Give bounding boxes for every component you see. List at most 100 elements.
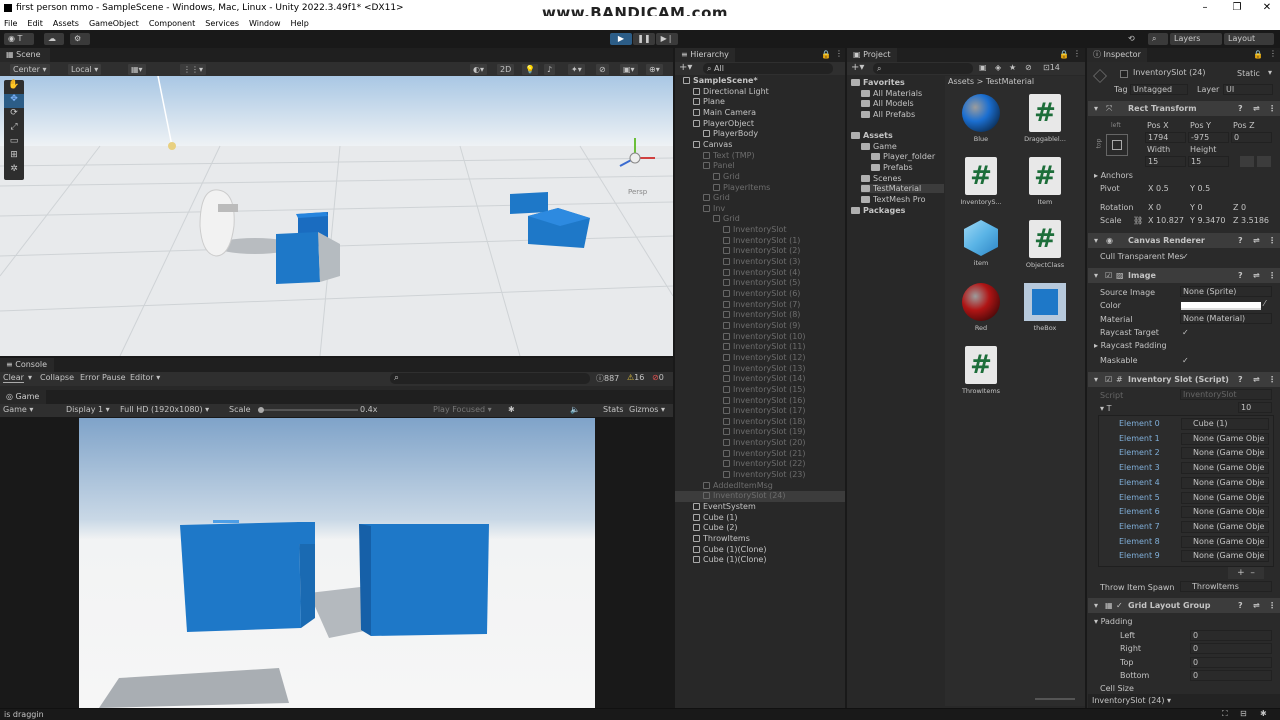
material-field[interactable]: None (Material) [1180,313,1272,324]
t-foldout[interactable]: ▾ T [1100,404,1111,413]
rect-tool-icon[interactable]: ▭ [4,136,24,150]
scale-link-icon[interactable]: ⛓ [1133,216,1143,225]
gameobject-field[interactable]: None (Game Obje [1181,506,1269,519]
gameobject-field[interactable]: None (Game Obje [1181,432,1269,445]
fx-icon[interactable]: ✦▾ [568,64,585,75]
move-tool-icon[interactable]: ✥ [4,94,24,108]
console-search-input[interactable]: ⌕ [390,373,590,384]
t-size-field[interactable]: 10 [1238,402,1272,413]
asset-item[interactable]: # Item [1021,157,1069,206]
posx-field[interactable]: 1794 [1145,132,1186,143]
draw-mode-icon[interactable]: ◐▾ [470,64,487,75]
hierarchy-item[interactable]: InventorySlot (22) [675,459,845,470]
preset-icon[interactable]: ⇌ [1253,268,1260,283]
history-icon[interactable]: ⟲ [1124,33,1140,45]
hierarchy-item[interactable]: Directional Light [675,87,845,98]
search-icon[interactable]: ⌕ [1148,33,1168,45]
hierarchy-item[interactable]: InventorySlot (21) [675,449,845,460]
project-folder-item[interactable]: Game [861,142,944,151]
asset-item[interactable]: Red [957,283,1005,332]
project-folder-item[interactable]: Player_folder [871,152,944,161]
rotation-z-field[interactable]: Z 0 [1233,203,1246,212]
eyedropper-icon[interactable]: ⁄ [1264,299,1265,308]
more-icon[interactable]: ⋮ [1269,49,1277,58]
menu-window[interactable]: Window [249,19,281,28]
raw-edit-mode-icon[interactable] [1257,156,1271,167]
padding-right-field[interactable]: 0 [1190,643,1272,654]
hierarchy-item[interactable]: InventorySlot (20) [675,438,845,449]
grid-layout-group-header[interactable]: ▾ ▦ ✓ Grid Layout Group ? ⇌ ⋮ [1088,598,1280,613]
minimize-button[interactable]: – [1190,0,1220,16]
anchor-preset-button[interactable] [1106,134,1128,156]
static-dropdown-icon[interactable]: ▾ [1268,68,1272,77]
hierarchy-item[interactable]: InventorySlot (4) [675,268,845,279]
hierarchy-item[interactable]: InventorySlot (12) [675,353,845,364]
cache-icon[interactable]: ⊟ [1240,709,1247,718]
bug-icon[interactable]: ✱ [508,405,515,414]
cloud-icon[interactable]: ☁ [44,33,64,45]
menu-component[interactable]: Component [149,19,195,28]
hierarchy-item[interactable]: InventorySlot (7) [675,300,845,311]
enabled-checkbox[interactable]: ☑ [1105,372,1112,387]
scale-tool-icon[interactable]: ⤢ [4,122,24,136]
maskable-checkbox[interactable]: ✓ [1182,356,1189,365]
source-image-field[interactable]: None (Sprite) [1180,286,1272,297]
hierarchy-item[interactable]: PlayerObject [675,119,845,130]
hierarchy-item[interactable]: InventorySlot (11) [675,342,845,353]
hierarchy-item[interactable]: InventorySlot (17) [675,406,845,417]
hierarchy-item[interactable]: InventorySlot (16) [675,396,845,407]
lighting-icon[interactable]: 💡 [522,64,538,75]
posz-field[interactable]: 0 [1231,132,1272,143]
close-window-button[interactable]: ✕ [1252,0,1280,16]
help-icon[interactable]: ? [1238,233,1243,248]
hierarchy-item[interactable]: InventorySlot (8) [675,310,845,321]
hierarchy-item[interactable]: InventorySlot (10) [675,332,845,343]
star-icon[interactable]: ★ [1009,63,1016,72]
preset-icon[interactable]: ⇌ [1253,372,1260,387]
padding-foldout[interactable]: ▾ Padding [1094,617,1132,626]
hierarchy-item[interactable]: ThrowItems [675,534,845,545]
height-field[interactable]: 15 [1188,156,1229,167]
pause-button[interactable]: ❚❚ [633,33,655,45]
gizmos-icon[interactable]: ⊕▾ [646,64,663,75]
padding-top-field[interactable]: 0 [1190,657,1272,668]
gameobject-field[interactable]: None (Game Obje [1181,491,1269,504]
static-checkbox[interactable]: Static [1237,69,1260,78]
tab-game[interactable]: ◎ Game [0,390,46,404]
tab-scene[interactable]: ▦ Scene [0,48,50,62]
zoom-slider[interactable] [1035,698,1075,700]
hierarchy-item[interactable]: SampleScene* [675,76,845,87]
game-mode-dropdown[interactable]: Game ▾ [3,405,33,414]
project-folder-item[interactable]: Assets [851,131,944,140]
collapse-button[interactable]: Collapse [40,373,74,382]
editor-dropdown[interactable]: Editor ▾ [130,373,160,382]
warning-count[interactable]: ⚠16 [627,373,644,382]
asset-item[interactable]: # ObjectClass [1021,220,1069,269]
hierarchy-item[interactable]: EventSystem [675,502,845,513]
account-button[interactable]: ◉ T [4,33,34,45]
menu-services[interactable]: Services [205,19,239,28]
project-folder-item[interactable]: Favorites [851,78,944,87]
posy-field[interactable]: -975 [1188,132,1229,143]
canvas-renderer-header[interactable]: ▾ ◉ Canvas Renderer ? ⇌ ⋮ [1088,233,1280,248]
preset-icon[interactable]: ⇌ [1253,598,1260,613]
hierarchy-item[interactable]: Cube (1)(Clone) [675,555,845,566]
hierarchy-search-input[interactable]: ⌕ All [703,63,833,74]
scale-x-field[interactable]: X 10.827 [1148,216,1184,225]
tab-inspector[interactable]: ⓘ Inspector [1087,48,1147,62]
error-count[interactable]: ⊘0 [652,373,664,382]
project-folder-item[interactable]: TestMaterial [861,184,944,194]
tag-dropdown[interactable]: Untagged [1130,84,1188,95]
active-checkbox[interactable] [1120,70,1128,78]
asset-item[interactable]: Blue [957,94,1005,143]
raycast-padding-foldout[interactable]: ▸ Raycast Padding [1094,341,1167,350]
project-search-input[interactable]: ⌕ [873,63,973,74]
raycast-target-checkbox[interactable]: ✓ [1182,328,1189,337]
inspector-footer[interactable]: InventorySlot (24) ▾ [1088,694,1280,708]
menu-assets[interactable]: Assets [53,19,79,28]
hierarchy-item[interactable]: Cube (1)(Clone) [675,545,845,556]
scale-y-field[interactable]: Y 9.3470 [1190,216,1225,225]
hierarchy-item[interactable]: InventorySlot (18) [675,417,845,428]
hierarchy-item[interactable]: PlayerBody [675,129,845,140]
tab-project[interactable]: ▣ Project [847,48,897,62]
